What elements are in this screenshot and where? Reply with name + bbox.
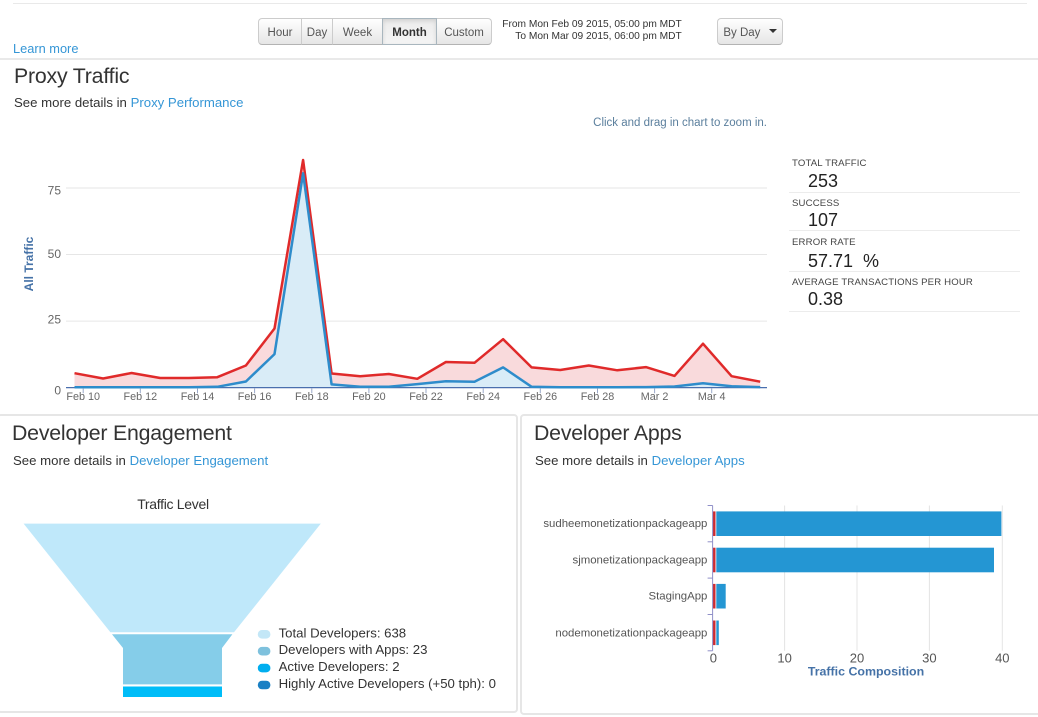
svg-text:Mar 4: Mar 4 bbox=[698, 391, 726, 403]
svg-text:Traffic Composition: Traffic Composition bbox=[808, 665, 924, 679]
svg-text:Feb 26: Feb 26 bbox=[523, 391, 557, 403]
svg-text:30: 30 bbox=[922, 651, 936, 666]
svg-text:50: 50 bbox=[48, 247, 62, 261]
svg-text:Feb 20: Feb 20 bbox=[352, 391, 386, 403]
svg-text:nodemonetizationpackageapp: nodemonetizationpackageapp bbox=[555, 627, 707, 639]
svg-text:Feb 18: Feb 18 bbox=[295, 391, 329, 403]
svg-text:Total Developers: 638: Total Developers: 638 bbox=[279, 625, 407, 640]
svg-text:sjmonetizationpackageapp: sjmonetizationpackageapp bbox=[573, 555, 708, 567]
svg-text:25: 25 bbox=[48, 313, 62, 327]
svg-text:Feb 16: Feb 16 bbox=[238, 391, 272, 403]
svg-text:20: 20 bbox=[850, 651, 864, 666]
svg-text:StagingApp: StagingApp bbox=[648, 591, 707, 603]
svg-text:Highly Active Developers (+50: Highly Active Developers (+50 tph): 0 bbox=[279, 676, 496, 691]
svg-text:Feb 24: Feb 24 bbox=[466, 391, 500, 403]
svg-text:Active Developers: 2: Active Developers: 2 bbox=[279, 659, 400, 674]
svg-text:Mar 2: Mar 2 bbox=[641, 391, 669, 403]
svg-text:10: 10 bbox=[777, 651, 791, 666]
svg-text:75: 75 bbox=[48, 184, 62, 198]
svg-text:Feb 14: Feb 14 bbox=[181, 391, 215, 403]
svg-text:sudheemonetizationpackageapp: sudheemonetizationpackageapp bbox=[543, 518, 707, 530]
svg-text:0: 0 bbox=[54, 384, 61, 398]
svg-text:0: 0 bbox=[710, 651, 717, 666]
svg-text:Developers with Apps: 23: Developers with Apps: 23 bbox=[279, 642, 428, 657]
svg-text:Feb 12: Feb 12 bbox=[123, 391, 157, 403]
svg-text:All Traffic: All Traffic bbox=[22, 236, 36, 291]
svg-text:40: 40 bbox=[995, 651, 1009, 666]
svg-text:Feb 22: Feb 22 bbox=[409, 391, 443, 403]
svg-text:Feb 10: Feb 10 bbox=[66, 391, 100, 403]
svg-text:Feb 28: Feb 28 bbox=[581, 391, 615, 403]
